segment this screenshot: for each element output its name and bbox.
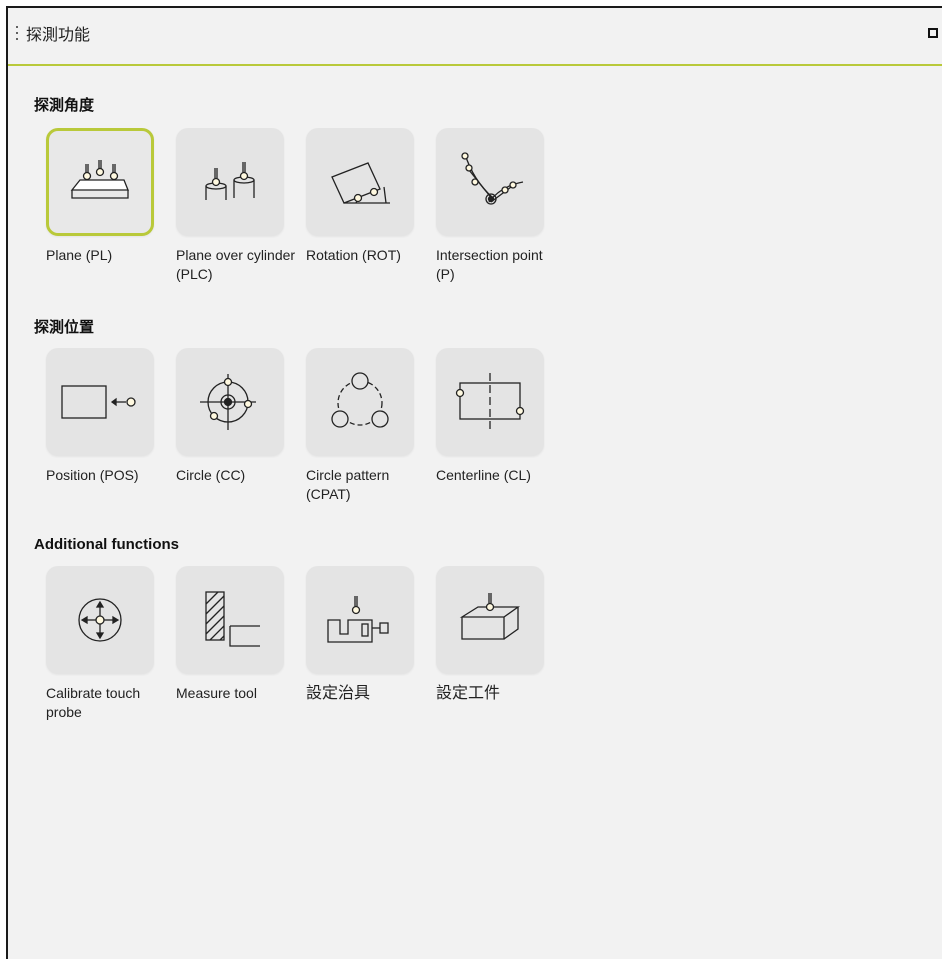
tile-label: Rotation (ROT) (306, 247, 401, 263)
tile-intersection-point[interactable]: Intersection point (P) (436, 128, 548, 284)
rotation-probe-icon (331, 162, 390, 204)
tile-label: 設定工件 (436, 685, 501, 702)
tile-label: Circle (CC) (176, 467, 246, 483)
window-titlebar: 探測功能 (8, 8, 942, 66)
position-probe-icon (61, 385, 136, 419)
tile-label: Intersection point (P) (436, 247, 543, 282)
tile-setup-workpiece[interactable]: 設定工件 (436, 566, 548, 703)
circle-pattern-icon (331, 372, 389, 428)
section-title-probing-angle: 探測角度 (34, 97, 95, 114)
intersection-point-icon (461, 152, 524, 205)
tile-label: Plane over cylinder (PLC) (176, 247, 296, 282)
tile-setup-fixture[interactable]: 設定治具 (306, 566, 418, 703)
plane-over-cylinder-icon (205, 162, 255, 200)
tile-label: Circle pattern (CPAT) (306, 467, 390, 502)
circle-probe-icon (200, 374, 256, 430)
tile-rotation-rot[interactable]: Rotation (ROT) (306, 128, 418, 265)
tile-label: Centerline (CL) (436, 467, 531, 483)
tile-circle-cc[interactable]: Circle (CC) (176, 348, 288, 485)
tile-position-pos[interactable]: Position (POS) (46, 348, 158, 485)
drag-handle-icon[interactable] (15, 26, 19, 44)
tile-label: Position (POS) (46, 467, 139, 483)
tile-plane-pl[interactable]: Plane (PL) (46, 128, 158, 265)
calibrate-probe-icon (78, 598, 122, 642)
content-area: 探測角度 Plane (PL) Plane over cylinder (PLC… (8, 66, 942, 959)
probing-functions-window: 探測功能 探測角度 Plane (PL) Plane over cylinder… (6, 6, 942, 959)
setup-fixture-icon (327, 596, 389, 643)
tile-label: Measure tool (176, 685, 257, 701)
measure-tool-icon (205, 591, 260, 647)
section-title-additional-functions: Additional functions (34, 536, 179, 553)
tile-label: 設定治具 (306, 685, 371, 702)
maximize-icon[interactable] (928, 28, 938, 38)
section-title-probing-position: 探測位置 (34, 319, 95, 336)
centerline-probe-icon (455, 373, 525, 431)
tile-circle-pattern[interactable]: Circle pattern (CPAT) (306, 348, 418, 504)
setup-workpiece-icon (459, 593, 521, 640)
window-title: 探測功能 (26, 27, 91, 44)
tile-calibrate-touch-probe[interactable]: Calibrate touch probe (46, 566, 158, 722)
tile-measure-tool[interactable]: Measure tool (176, 566, 288, 703)
tile-label: Calibrate touch probe (46, 685, 141, 720)
tile-centerline-cl[interactable]: Centerline (CL) (436, 348, 548, 485)
plane-probe-icon (70, 160, 129, 199)
tile-plane-over-cylinder[interactable]: Plane over cylinder (PLC) (176, 128, 295, 284)
tile-label: Plane (PL) (46, 247, 113, 263)
